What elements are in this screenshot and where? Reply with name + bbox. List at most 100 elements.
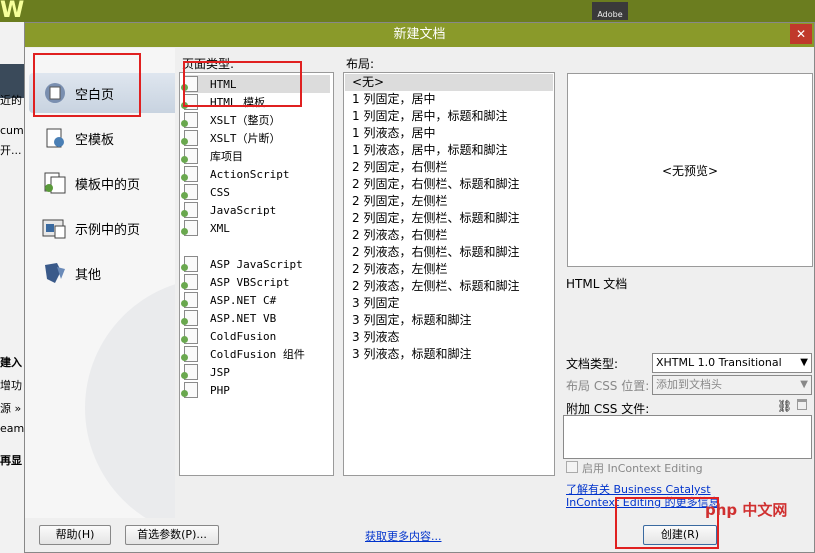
category-page-from-sample[interactable]: 示例中的页 <box>29 208 175 248</box>
bg-text: eamv <box>0 422 24 435</box>
category-label: 空模板 <box>75 132 115 148</box>
page-type-item[interactable]: 库项目 <box>181 147 330 165</box>
page-type-item[interactable]: ASP VBScript <box>181 273 330 291</box>
highlight-box <box>615 497 719 549</box>
layout-item[interactable]: 3 列液态，标题和脚注 <box>352 346 471 363</box>
page-type-item[interactable]: JavaScript <box>181 201 330 219</box>
category-other[interactable]: 其他 <box>29 253 175 293</box>
document-icon <box>181 346 198 362</box>
page-type-item[interactable]: CSS <box>181 183 330 201</box>
page-type-item[interactable]: ColdFusion 组件 <box>181 345 330 363</box>
page-type-item[interactable]: ASP JavaScript <box>181 255 330 273</box>
layout-item[interactable]: 3 列液态 <box>352 329 399 346</box>
adobe-logo: Adobe <box>592 2 628 20</box>
page-type-list[interactable]: HTML HTML 模板 XSLT（整页） XSLT（片断） 库项目 Actio… <box>179 72 334 476</box>
layout-item[interactable]: 2 列固定，左侧栏、标题和脚注 <box>352 210 519 227</box>
layout-item[interactable]: 2 列固定，左侧栏 <box>352 193 447 210</box>
bg-text: 近的 <box>0 94 22 107</box>
incontext-label: 启用 InContext Editing <box>582 462 703 475</box>
other-icon <box>41 261 69 285</box>
document-icon <box>181 328 198 344</box>
bg-text: 源 » <box>0 402 22 415</box>
page-type-item[interactable]: XSLT（片断） <box>181 129 330 147</box>
chevron-down-icon: ▼ <box>800 357 808 368</box>
document-icon <box>181 202 198 218</box>
bg-text: 增功 <box>0 379 22 392</box>
category-blank-template[interactable]: 空模板 <box>29 118 175 158</box>
page-type-item[interactable]: PHP <box>181 381 330 399</box>
layout-css-label: 布局 CSS 位置: <box>566 379 650 393</box>
highlight-box <box>183 61 302 107</box>
new-document-dialog: 新建文档 ✕ 空白页 空模板 模板中的页 示例中的页 其他 页面类型: HTML… <box>24 22 815 553</box>
page-type-item[interactable]: XSLT（整页） <box>181 111 330 129</box>
layout-item[interactable]: 1 列固定，居中 <box>352 91 435 108</box>
globe-watermark <box>85 278 175 518</box>
watermark-logo: php 中文网 <box>705 501 788 519</box>
category-label: 模板中的页 <box>75 177 141 193</box>
document-icon <box>181 220 198 236</box>
layout-item[interactable]: 1 列液态，居中，标题和脚注 <box>352 142 507 159</box>
incontext-checkbox[interactable] <box>566 461 578 473</box>
layout-css-select[interactable]: 添加到文档头 ▼ <box>652 375 812 395</box>
layout-item[interactable]: 2 列液态，右侧栏 <box>352 227 447 244</box>
document-icon <box>181 292 198 308</box>
trash-icon[interactable] <box>797 399 807 410</box>
chevron-down-icon: ▼ <box>800 379 808 390</box>
layout-list[interactable]: <无> 1 列固定，居中 1 列固定，居中，标题和脚注 1 列液态，居中 1 列… <box>343 72 555 476</box>
preferences-button[interactable]: 首选参数(P)... <box>125 525 219 545</box>
document-icon <box>181 256 198 272</box>
document-icon <box>181 148 198 164</box>
page-type-item[interactable]: ASP.NET C# <box>181 291 330 309</box>
page-from-template-icon <box>41 171 69 195</box>
doctype-select[interactable]: XHTML 1.0 Transitional ▼ <box>652 353 812 373</box>
layout-item[interactable]: 3 列固定 <box>352 295 399 312</box>
document-icon <box>181 112 198 128</box>
dialog-titlebar[interactable]: 新建文档 ✕ <box>25 23 814 47</box>
highlight-box <box>33 53 141 117</box>
layout-header: 布局: <box>346 57 375 71</box>
document-icon <box>181 274 198 290</box>
background-start-page: 近的 cume 开... 建入 增功 源 » eamv 再显 <box>0 22 24 553</box>
document-icon <box>181 166 198 182</box>
close-button[interactable]: ✕ <box>790 24 812 44</box>
bg-text: 开... <box>0 144 22 157</box>
bg-text: 建入 <box>0 356 22 369</box>
page-type-item[interactable]: ActionScript <box>181 165 330 183</box>
document-icon <box>181 364 198 380</box>
bg-text: 再显 <box>0 454 22 467</box>
preview-pane: <无预览> <box>567 73 813 267</box>
blank-template-icon <box>41 126 69 150</box>
app-logo: W <box>0 0 25 23</box>
close-icon: ✕ <box>795 27 807 41</box>
layout-item[interactable]: 2 列液态，左侧栏、标题和脚注 <box>352 278 519 295</box>
category-label: 示例中的页 <box>75 222 141 238</box>
page-type-item[interactable]: JSP <box>181 363 330 381</box>
category-label: 其他 <box>75 267 102 283</box>
category-page-from-template[interactable]: 模板中的页 <box>29 163 175 203</box>
bg-text: cume <box>0 124 24 137</box>
document-icon <box>181 184 198 200</box>
page-type-item[interactable]: ASP.NET VB <box>181 309 330 327</box>
layout-item[interactable]: <无> <box>352 74 384 91</box>
css-file-list[interactable] <box>563 415 812 459</box>
layout-item[interactable]: 2 列固定，右侧栏 <box>352 159 447 176</box>
layout-item[interactable]: 2 列固定，右侧栏、标题和脚注 <box>352 176 519 193</box>
layout-item[interactable]: 1 列固定，居中，标题和脚注 <box>352 108 507 125</box>
attach-link-icon[interactable]: ⛓ <box>777 399 792 413</box>
layout-item[interactable]: 2 列液态，左侧栏 <box>352 261 447 278</box>
layout-item[interactable]: 2 列液态，右侧栏、标题和脚注 <box>352 244 519 261</box>
get-more-content-link[interactable]: 获取更多内容... <box>365 528 442 544</box>
doctype-label: 文档类型: <box>566 357 619 371</box>
preview-placeholder: <无预览> <box>661 164 719 178</box>
document-icon <box>181 310 198 326</box>
layout-item[interactable]: 1 列液态，居中 <box>352 125 435 142</box>
category-panel: 空白页 空模板 模板中的页 示例中的页 其他 <box>25 48 175 518</box>
help-button[interactable]: 帮助(H) <box>39 525 111 545</box>
page-type-item[interactable]: XML <box>181 219 330 237</box>
layout-item[interactable]: 3 列固定，标题和脚注 <box>352 312 471 329</box>
page-from-sample-icon <box>41 216 69 240</box>
background-app-header <box>0 0 815 22</box>
doctype-value: XHTML 1.0 Transitional <box>656 356 782 369</box>
page-type-item[interactable]: ColdFusion <box>181 327 330 345</box>
dialog-title: 新建文档 <box>393 27 446 42</box>
